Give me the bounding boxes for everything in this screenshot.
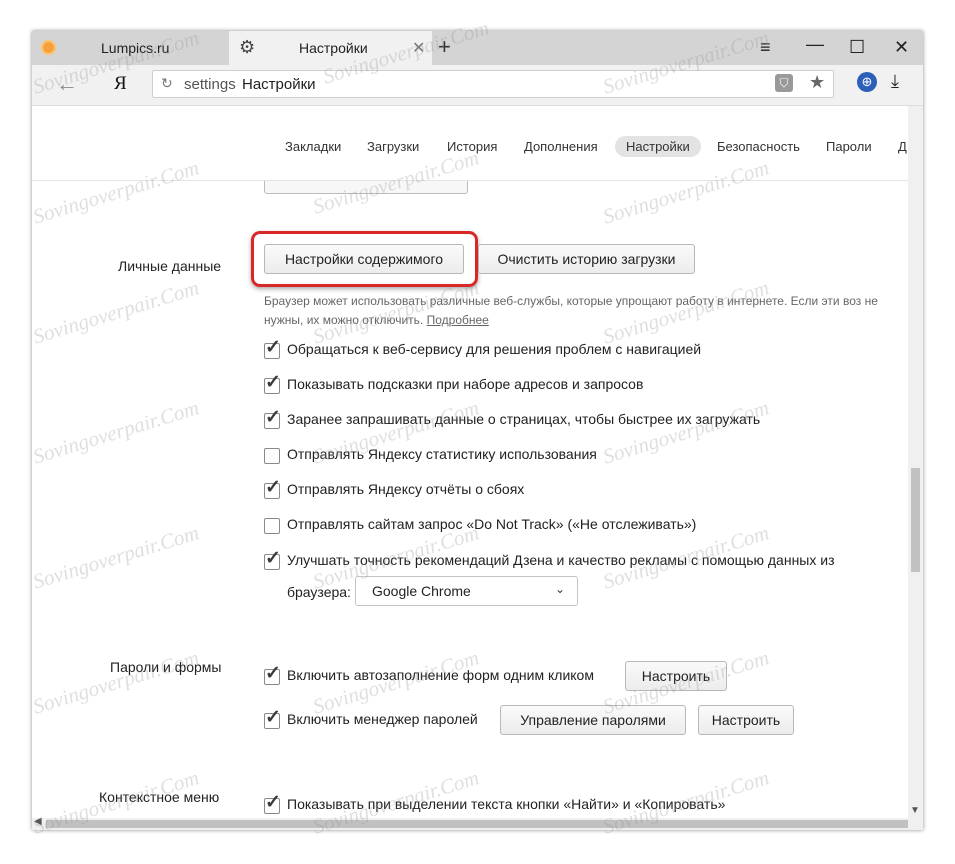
- checkmark-icon: ✓: [265, 372, 281, 393]
- checkbox-label: Включить менеджер паролей: [287, 711, 478, 727]
- gear-icon: ⚙: [239, 37, 256, 57]
- password-manager-setup-button[interactable]: Настроить: [698, 705, 794, 735]
- nav-extensions[interactable]: Дополнения: [524, 139, 598, 154]
- personal-data-label: Личные данные: [118, 258, 222, 274]
- checkbox-label: Отправлять Яндексу статистику использова…: [287, 446, 597, 462]
- menu-icon[interactable]: ≡: [760, 35, 771, 59]
- nav-bookmarks[interactable]: Закладки: [285, 139, 341, 154]
- checkbox-label: Отправлять Яндексу отчёты о сбоях: [287, 481, 525, 497]
- settings-page: Закладки Загрузки История Дополнения Нас…: [32, 106, 908, 818]
- checkbox-label: Заранее запрашивать данные о страницах, …: [287, 411, 761, 427]
- browser-window: Lumpics.ru ⚙ Настройки ✕ + ≡ — ☐ ✕ ← Я ↻…: [32, 31, 923, 830]
- description-text: Браузер может использовать различные веб…: [264, 294, 878, 327]
- tab-lumpics[interactable]: Lumpics.ru: [32, 31, 229, 65]
- scroll-down-arrow-icon[interactable]: ▼: [910, 805, 920, 816]
- passwords-forms-label: Пароли и формы: [110, 659, 222, 675]
- checkbox[interactable]: ✓: [264, 338, 281, 359]
- orange-favicon-icon: [41, 40, 56, 55]
- vertical-scrollbar[interactable]: ▼: [908, 106, 923, 818]
- nav-downloads[interactable]: Загрузки: [367, 139, 419, 154]
- yandex-logo-icon[interactable]: Я: [114, 73, 127, 95]
- settings-nav: Закладки Загрузки История Дополнения Нас…: [32, 106, 908, 181]
- checkbox[interactable]: ✓: [264, 373, 281, 394]
- personal-description: Браузер может использовать различные веб…: [264, 292, 908, 330]
- nav-passwords[interactable]: Пароли: [826, 139, 872, 154]
- tab-bar: Lumpics.ru ⚙ Настройки ✕ + ≡ — ☐ ✕: [32, 31, 923, 65]
- chevron-down-icon: ⌄: [554, 582, 565, 596]
- checkbox[interactable]: ✓: [264, 478, 281, 499]
- nav-settings[interactable]: Настройки: [615, 136, 701, 157]
- browser-source-label: браузера:: [287, 584, 351, 600]
- back-arrow-icon[interactable]: ←: [56, 71, 78, 97]
- address-bar[interactable]: ↻ settings Настройки ⛉ ★: [152, 70, 834, 98]
- checkbox-label: Улучшать точность рекомендаций Дзена и к…: [287, 552, 835, 568]
- close-window-icon[interactable]: ✕: [894, 35, 909, 59]
- checkmark-icon: ✓: [265, 337, 281, 358]
- tab-title: Lumpics.ru: [101, 40, 170, 56]
- checkbox[interactable]: ✓: [264, 408, 281, 429]
- checkmark-icon: ✓: [265, 707, 281, 728]
- close-tab-icon[interactable]: ✕: [412, 38, 425, 58]
- nav-security[interactable]: Безопасность: [717, 139, 800, 154]
- vertical-scroll-thumb[interactable]: [911, 468, 920, 572]
- checkmark-icon: ✓: [265, 548, 281, 569]
- tab-settings[interactable]: ⚙ Настройки ✕: [229, 31, 432, 65]
- more-link[interactable]: Подробнее: [427, 313, 489, 327]
- manage-passwords-button[interactable]: Управление паролями: [500, 705, 686, 735]
- checkmark-icon: ✓: [265, 407, 281, 428]
- clear-download-history-button[interactable]: Очистить историю загрузки: [478, 244, 695, 274]
- address-scheme: settings: [184, 76, 236, 93]
- checkmark-icon: ✓: [265, 663, 281, 684]
- bookmark-star-icon[interactable]: ★: [809, 72, 825, 93]
- checkbox-label: Показывать подсказки при наборе адресов …: [287, 376, 644, 392]
- content-settings-button[interactable]: Настройки содержимого: [264, 244, 464, 274]
- new-tab-icon[interactable]: +: [438, 34, 451, 60]
- checkmark-icon: ✓: [265, 477, 281, 498]
- checkbox[interactable]: ✓: [264, 549, 281, 570]
- checkbox[interactable]: ✓: [264, 664, 281, 685]
- protect-shield-icon[interactable]: ⛉: [775, 74, 793, 92]
- checkmark-icon: ✓: [265, 792, 281, 813]
- maximize-icon[interactable]: ☐: [849, 35, 865, 59]
- autofill-setup-button[interactable]: Настроить: [625, 661, 727, 691]
- checkbox[interactable]: ✓: [264, 793, 281, 814]
- checkbox-label: Отправлять сайтам запрос «Do Not Track» …: [287, 516, 697, 532]
- nav-history[interactable]: История: [447, 139, 497, 154]
- context-menu-label: Контекстное меню: [99, 789, 220, 805]
- minimize-icon[interactable]: —: [806, 32, 824, 56]
- checkbox-label: Обращаться к веб-сервису для решения про…: [287, 341, 702, 357]
- checkbox[interactable]: [264, 518, 280, 534]
- tab-title: Настройки: [299, 40, 368, 56]
- nav-more[interactable]: Д: [898, 139, 907, 154]
- checkbox[interactable]: [264, 448, 280, 464]
- browser-toolbar: ← Я ↻ settings Настройки ⛉ ★ ⊕ ⤓: [32, 65, 923, 106]
- checkbox-label: Включить автозаполнение форм одним клико…: [287, 667, 594, 683]
- browser-select[interactable]: Google Chrome ⌄: [355, 576, 578, 606]
- globe-icon[interactable]: ⊕: [857, 72, 877, 92]
- checkbox[interactable]: ✓: [264, 708, 281, 729]
- horizontal-scrollbar[interactable]: ◀: [32, 816, 923, 830]
- address-page-title: Настройки: [242, 76, 316, 93]
- checkbox-label: Показывать при выделении текста кнопки «…: [287, 796, 726, 812]
- browser-select-value: Google Chrome: [372, 583, 471, 599]
- scroll-left-arrow-icon[interactable]: ◀: [34, 816, 42, 827]
- download-icon[interactable]: ⤓: [891, 71, 899, 92]
- horizontal-scroll-thumb[interactable]: [46, 820, 908, 828]
- reload-icon[interactable]: ↻: [161, 75, 173, 92]
